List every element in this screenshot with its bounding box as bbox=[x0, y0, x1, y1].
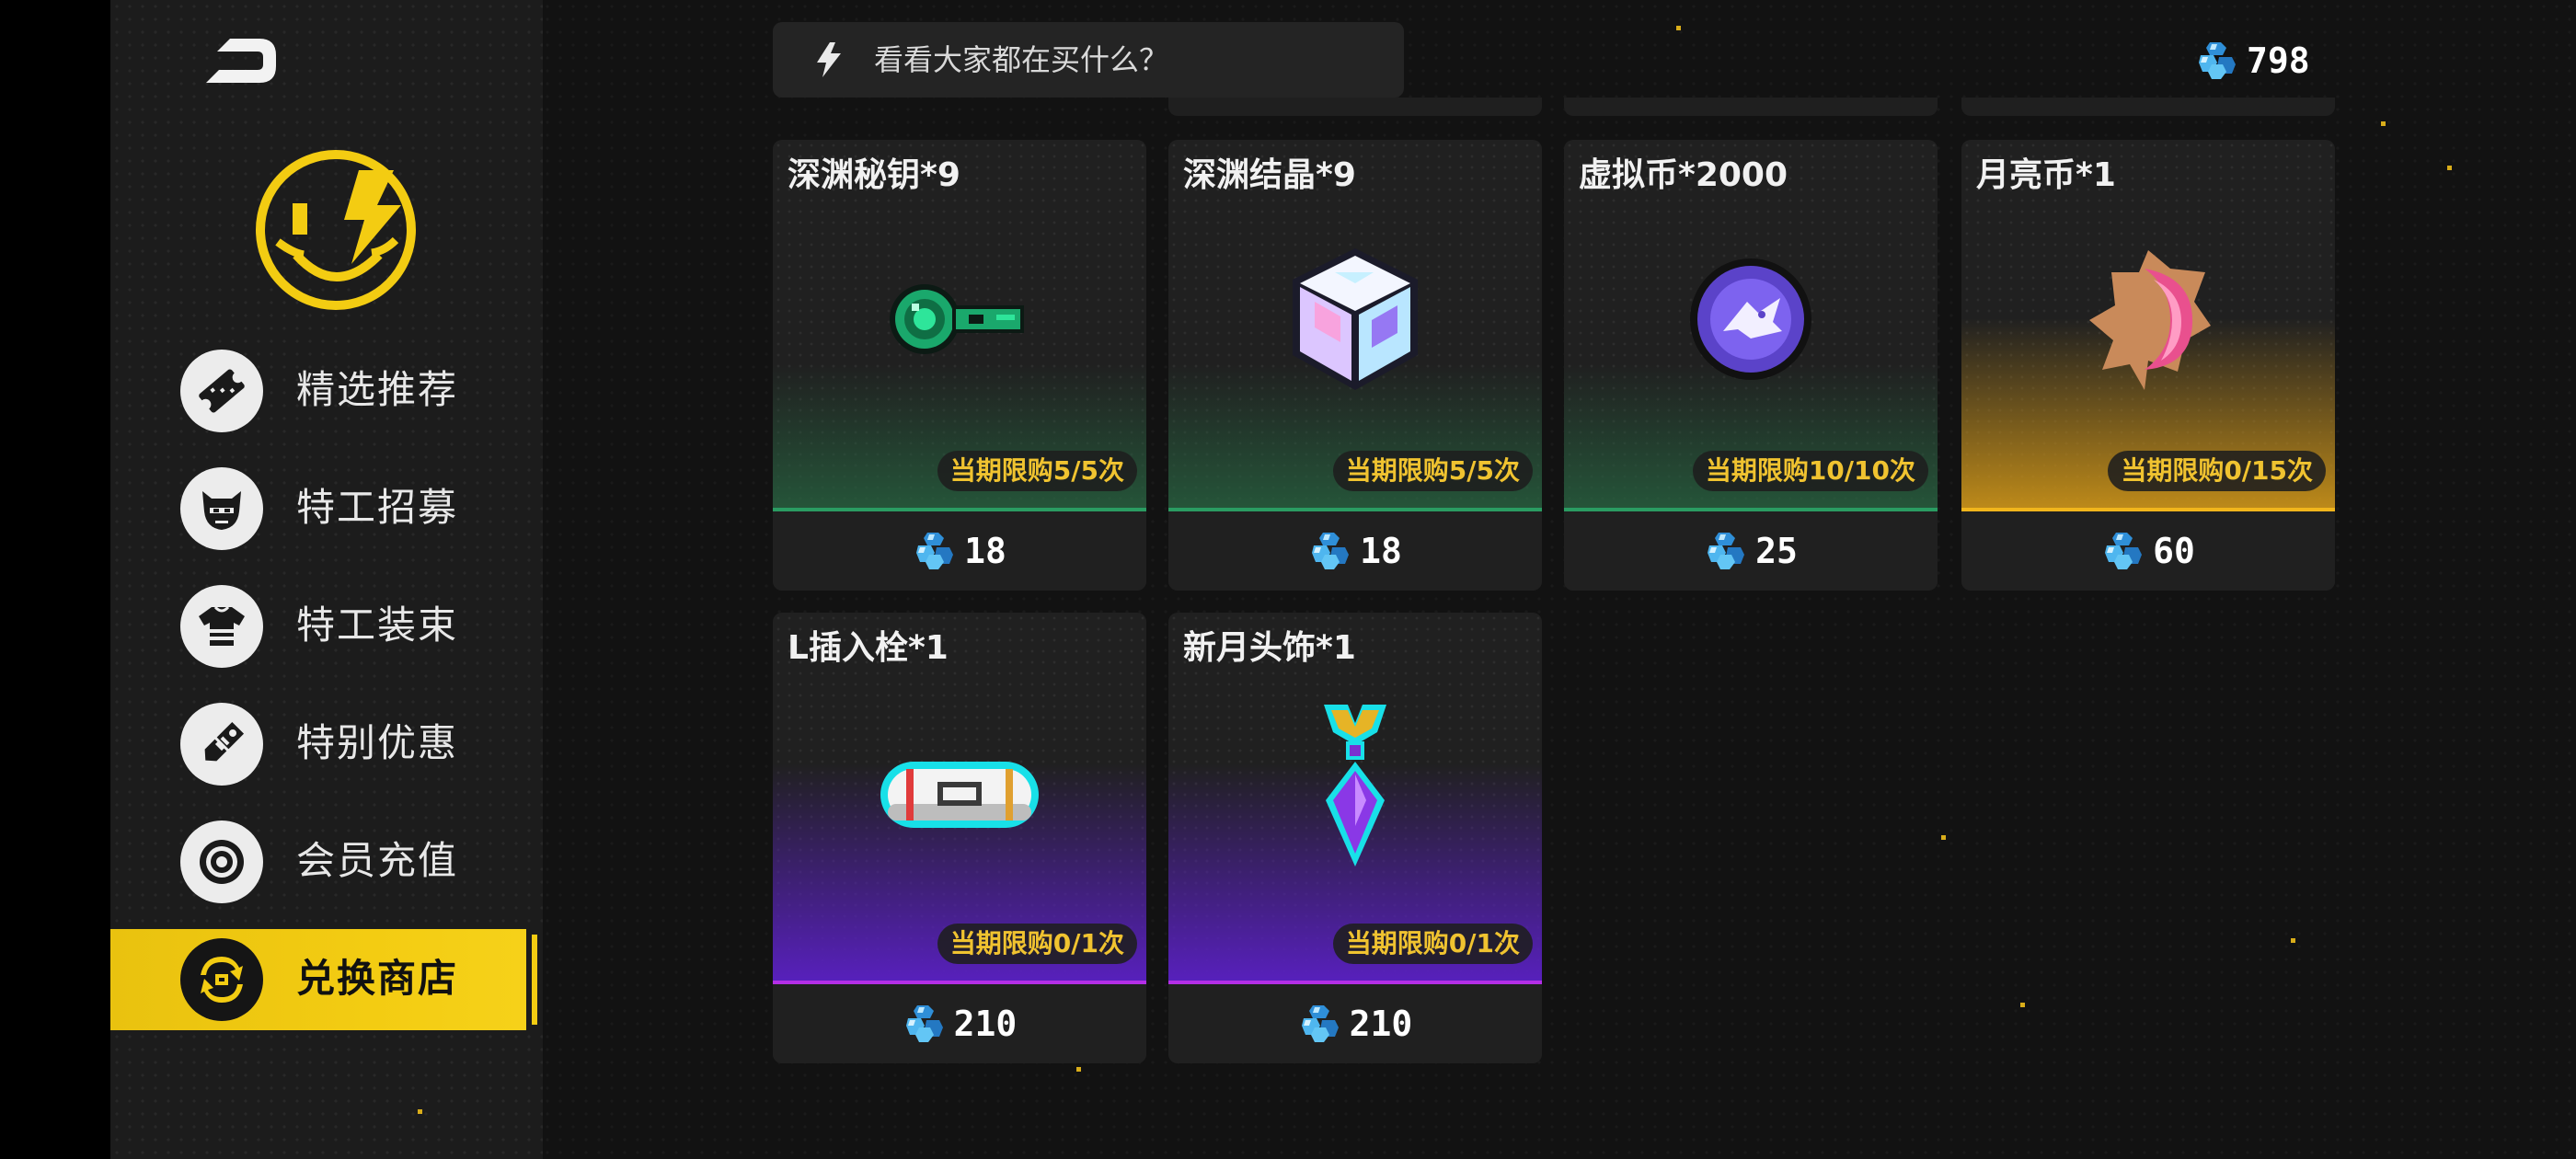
price-row: 18 bbox=[1168, 511, 1542, 591]
gem-balance: 798 bbox=[2195, 35, 2310, 86]
product-price: 25 bbox=[1755, 531, 1798, 571]
abyss-key-icon bbox=[890, 284, 1024, 354]
gem-icon bbox=[1298, 1002, 1342, 1046]
product-price: 18 bbox=[964, 531, 1006, 571]
abyss-crystal-icon bbox=[1293, 248, 1418, 390]
gem-balance-amount: 798 bbox=[2247, 40, 2310, 81]
sidebar-item-featured[interactable]: 精选推荐 bbox=[110, 340, 543, 442]
price-row: 210 bbox=[773, 984, 1146, 1063]
partial-card bbox=[1168, 98, 1542, 116]
partial-card bbox=[1564, 98, 1938, 116]
sidebar: 精选推荐 特工招募 特工装束 特别优惠 会员充值 兑换商店 bbox=[110, 0, 543, 1159]
sidebar-item-recruit[interactable]: 特工招募 bbox=[110, 458, 543, 559]
lightning-icon bbox=[817, 42, 841, 77]
purchase-limit-badge: 当期限购5/5次 bbox=[937, 451, 1137, 491]
shop-screen: 精选推荐 特工招募 特工装束 特别优惠 会员充值 兑换商店 看看大家都在买什么？… bbox=[0, 0, 2576, 1159]
product-name: L插入栓*1 bbox=[788, 629, 949, 667]
price-row: 60 bbox=[1961, 511, 2335, 591]
nav-label: 兑换商店 bbox=[296, 956, 459, 1001]
product-name: 月亮币*1 bbox=[1976, 156, 2116, 194]
product-card[interactable]: 深渊结晶*9 当期限购5/5次 18 bbox=[1168, 140, 1542, 591]
product-card[interactable]: 月亮币*1 当期限购0/15次 60 bbox=[1961, 140, 2335, 591]
sidebar-item-membership[interactable]: 会员充值 bbox=[110, 811, 543, 912]
product-card[interactable]: 深渊秘钥*9 当期限购5/5次 18 bbox=[773, 140, 1146, 591]
virtual-coin-icon bbox=[1690, 258, 1811, 380]
star-sparkle bbox=[2291, 938, 2295, 943]
purchase-limit-badge: 当期限购5/5次 bbox=[1332, 451, 1533, 491]
coin-icon bbox=[180, 820, 263, 903]
back-icon bbox=[206, 39, 276, 83]
active-indicator bbox=[526, 929, 543, 1030]
trending-search-bar[interactable]: 看看大家都在买什么？ bbox=[773, 22, 1404, 98]
gem-icon bbox=[1308, 529, 1352, 573]
product-price: 210 bbox=[1349, 1004, 1413, 1044]
smiley-bolt-logo bbox=[248, 143, 423, 317]
product-name: 深渊结晶*9 bbox=[1183, 156, 1356, 194]
product-price: 210 bbox=[953, 1004, 1018, 1044]
star-sparkle bbox=[2020, 1003, 2025, 1007]
product-name: 虚拟币*2000 bbox=[1579, 156, 1788, 194]
purchase-limit-badge: 当期限购10/10次 bbox=[1692, 451, 1928, 491]
nav-label: 会员充值 bbox=[296, 838, 459, 883]
back-button[interactable] bbox=[202, 33, 285, 88]
product-card[interactable]: L插入栓*1 当期限购0/1次 210 bbox=[773, 613, 1146, 1063]
price-row: 25 bbox=[1564, 511, 1938, 591]
product-price: 18 bbox=[1360, 531, 1402, 571]
shirt-icon bbox=[180, 585, 263, 668]
gem-icon bbox=[1704, 529, 1748, 573]
price-row: 18 bbox=[773, 511, 1146, 591]
moon-coin-icon bbox=[2089, 250, 2211, 390]
star-sparkle bbox=[2381, 121, 2386, 126]
price-row: 210 bbox=[1168, 984, 1542, 1063]
product-card[interactable]: 虚拟币*2000 当期限购10/10次 25 bbox=[1564, 140, 1938, 591]
purchase-limit-badge: 当期限购0/1次 bbox=[937, 924, 1137, 964]
sidebar-item-outfits[interactable]: 特工装束 bbox=[110, 576, 543, 677]
ticket-icon bbox=[180, 350, 263, 432]
plug-capsule-icon bbox=[880, 762, 1039, 828]
star-sparkle bbox=[2447, 166, 2452, 170]
search-placeholder: 看看大家都在买什么？ bbox=[874, 42, 1169, 77]
sidebar-item-exchange-shop[interactable]: 兑换商店 bbox=[110, 929, 543, 1030]
nav-label: 特别优惠 bbox=[296, 720, 459, 765]
crescent-headpiece-icon bbox=[1324, 705, 1386, 866]
agent-face-icon bbox=[180, 467, 263, 550]
gem-icon bbox=[2101, 529, 2145, 573]
partial-card bbox=[1961, 98, 2335, 116]
star-sparkle bbox=[1076, 1067, 1081, 1072]
product-name: 深渊秘钥*9 bbox=[788, 156, 960, 194]
nav-label: 特工招募 bbox=[296, 485, 459, 530]
product-name: 新月头饰*1 bbox=[1183, 629, 1356, 667]
exchange-icon bbox=[180, 938, 263, 1021]
sidebar-item-special-offers[interactable]: 特别优惠 bbox=[110, 694, 543, 795]
product-card[interactable]: 新月头饰*1 当期限购0/1次 210 bbox=[1168, 613, 1542, 1063]
gem-icon bbox=[2195, 39, 2239, 83]
logo-icon bbox=[256, 150, 416, 310]
star-sparkle bbox=[418, 1109, 422, 1114]
gem-icon bbox=[903, 1002, 947, 1046]
purchase-limit-badge: 当期限购0/1次 bbox=[1332, 924, 1533, 964]
purchase-limit-badge: 当期限购0/15次 bbox=[2108, 451, 2326, 491]
tag-icon bbox=[180, 703, 263, 786]
star-sparkle bbox=[1941, 835, 1946, 840]
nav-label: 特工装束 bbox=[296, 602, 459, 648]
nav-label: 精选推荐 bbox=[296, 367, 459, 412]
product-price: 60 bbox=[2153, 531, 2195, 571]
star-sparkle bbox=[1676, 26, 1681, 30]
screen-margin bbox=[0, 0, 110, 1159]
gem-icon bbox=[913, 529, 957, 573]
